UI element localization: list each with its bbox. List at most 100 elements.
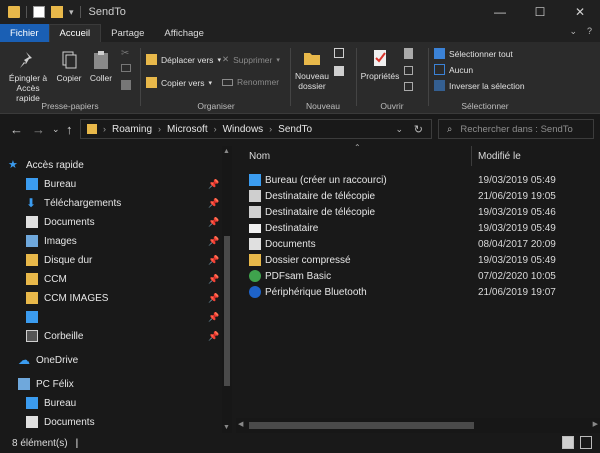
cut-icon[interactable]: ✂ [121, 48, 129, 59]
move-to-button[interactable]: Déplacer vers ▾ [146, 54, 221, 65]
pin-icon: 📌 [208, 331, 220, 341]
tab-fichier[interactable]: Fichier [0, 24, 49, 42]
ribbon: Épingler à Accès rapide Copier Coller ✂ … [0, 42, 600, 114]
properties-icon [374, 50, 386, 66]
nav-item-ccm-images[interactable]: CCM IMAGES [26, 289, 232, 307]
back-button[interactable]: ← [10, 122, 23, 137]
nav-item-monitor[interactable] [26, 308, 232, 326]
file-row[interactable]: Destinataire 19/03/2019 05:49 [236, 220, 600, 236]
search-placeholder: Rechercher dans : SendTo [460, 123, 573, 135]
search-input[interactable]: ⌕ Rechercher dans : SendTo [438, 119, 594, 139]
nav-pc[interactable]: PC Félix [18, 375, 232, 393]
address-bar[interactable]: › Roaming › Microsoft › Windows › SendTo… [80, 119, 432, 139]
divider [26, 6, 27, 18]
pin-quick-access-button[interactable]: Épingler à Accès rapide [4, 50, 52, 103]
paste-shortcut-icon[interactable] [121, 80, 131, 90]
refresh-icon[interactable]: ↻ [414, 123, 423, 136]
column-name[interactable]: Nom [249, 151, 270, 162]
file-row[interactable]: Destinataire de télécopie 21/06/2019 19:… [236, 188, 600, 204]
file-row[interactable]: Destinataire de télécopie 19/03/2019 05:… [236, 204, 600, 220]
select-all-button[interactable]: Sélectionner tout [434, 48, 513, 59]
nav-item-disque-dur[interactable]: Disque dur [26, 251, 232, 269]
scroll-right-icon[interactable]: ▶ [593, 420, 598, 428]
breadcrumb-separator[interactable]: › [103, 124, 106, 134]
scroll-left-icon[interactable]: ◀ [238, 420, 243, 428]
customize-toolbar-icon[interactable]: ▾ [69, 7, 74, 18]
recent-locations-button[interactable]: ⌄ [52, 124, 60, 135]
delete-button[interactable]: ✕ Supprimer ▾ [222, 54, 280, 65]
copy-path-icon[interactable] [121, 64, 131, 72]
breadcrumb-sendto[interactable]: SendTo [278, 124, 312, 135]
history-icon[interactable] [404, 82, 413, 91]
scrollbar-thumb[interactable] [249, 422, 474, 429]
close-button[interactable]: ✕ [560, 0, 600, 24]
breadcrumb-microsoft[interactable]: Microsoft [167, 124, 208, 135]
invert-selection-button[interactable]: Inverser la sélection [434, 80, 525, 91]
breadcrumb-roaming[interactable]: Roaming [112, 124, 152, 135]
properties-icon[interactable] [33, 6, 45, 18]
copy-to-button[interactable]: Copier vers ▾ [146, 77, 212, 88]
address-row: ← → ⌄ ↑ › Roaming › Microsoft › Windows … [0, 114, 600, 144]
breadcrumb-separator[interactable]: › [269, 124, 272, 134]
rename-button[interactable]: Renommer [222, 77, 279, 87]
navigation-pane: ★ Accès rapide Bureau 📌 ⬇ Téléchargement… [0, 146, 232, 433]
open-icon[interactable] [404, 48, 413, 59]
forward-button[interactable]: → [32, 122, 45, 137]
new-folder-icon[interactable] [51, 6, 63, 18]
nav-item-telechargements[interactable]: ⬇ Téléchargements [26, 194, 232, 212]
scroll-down-icon[interactable]: ▼ [223, 424, 230, 431]
copy-button[interactable]: Copier [54, 50, 84, 83]
file-row[interactable]: Périphérique Bluetooth 21/06/2019 19:07 [236, 284, 600, 300]
item-count: 8 élément(s) [12, 437, 68, 449]
minimize-button[interactable]: — [480, 0, 520, 24]
nav-pc-documents[interactable]: Documents [26, 413, 232, 431]
pin-icon: 📌 [208, 179, 220, 189]
file-row[interactable]: PDFsam Basic 07/02/2020 10:05 [236, 268, 600, 284]
breadcrumb-separator[interactable]: › [158, 124, 161, 134]
breadcrumb-separator[interactable]: › [214, 124, 217, 134]
new-folder-button[interactable]: Nouveau dossier [294, 48, 330, 91]
invert-selection-icon [434, 80, 445, 91]
tab-accueil[interactable]: Accueil [48, 24, 102, 42]
edit-icon[interactable] [404, 66, 413, 75]
scrollbar-thumb[interactable] [224, 236, 230, 386]
nav-quick-access[interactable]: ★ Accès rapide [8, 156, 230, 174]
maximize-button[interactable]: ☐ [520, 0, 560, 24]
nav-item-images[interactable]: Images [26, 232, 232, 250]
nav-item-bureau[interactable]: Bureau [26, 175, 232, 193]
column-modified[interactable]: Modifié le [478, 151, 521, 162]
horizontal-scrollbar[interactable]: ◀ ▶ [236, 418, 600, 433]
nav-pc-bureau[interactable]: Bureau [26, 394, 232, 412]
nav-item-ccm[interactable]: CCM [26, 270, 232, 288]
desktop-icon [26, 178, 38, 190]
nav-item-documents[interactable]: Documents [26, 213, 232, 231]
new-item-icon[interactable] [334, 48, 344, 58]
group-label-new: Nouveau [305, 101, 341, 111]
paste-button[interactable]: Coller [86, 50, 116, 83]
address-dropdown-icon[interactable]: ⌄ [395, 124, 403, 135]
tab-partage[interactable]: Partage [101, 24, 154, 42]
group-clipboard: Épingler à Accès rapide Copier Coller ✂ … [0, 42, 131, 114]
nav-scrollbar[interactable]: ▲ ▼ [222, 146, 232, 433]
properties-button[interactable]: Propriétés [360, 48, 400, 81]
file-row[interactable]: Documents 08/04/2017 20:09 [236, 236, 600, 252]
pin-icon: 📌 [208, 236, 220, 246]
nav-onedrive[interactable]: ☁ OneDrive [18, 351, 232, 369]
divider [79, 6, 81, 18]
clipboard-icon [94, 51, 108, 69]
tab-affichage[interactable]: Affichage [154, 24, 213, 42]
help-icon[interactable]: ? [587, 26, 592, 37]
breadcrumb-windows[interactable]: Windows [223, 124, 264, 135]
divider[interactable] [471, 146, 472, 166]
file-row[interactable]: Bureau (créer un raccourci) 19/03/2019 0… [236, 172, 600, 188]
nav-item-corbeille[interactable]: Corbeille [26, 327, 232, 345]
up-button[interactable]: ↑ [66, 122, 73, 137]
details-view-icon[interactable] [562, 436, 574, 449]
select-none-button[interactable]: Aucun [434, 64, 473, 75]
easy-access-icon[interactable] [334, 66, 344, 76]
file-row[interactable]: Dossier compressé 19/03/2019 05:49 [236, 252, 600, 268]
scroll-up-icon[interactable]: ▲ [223, 148, 230, 155]
collapse-ribbon-icon[interactable]: ⌄ [569, 26, 577, 37]
divider [140, 48, 141, 106]
large-icons-view-icon[interactable] [580, 436, 592, 449]
